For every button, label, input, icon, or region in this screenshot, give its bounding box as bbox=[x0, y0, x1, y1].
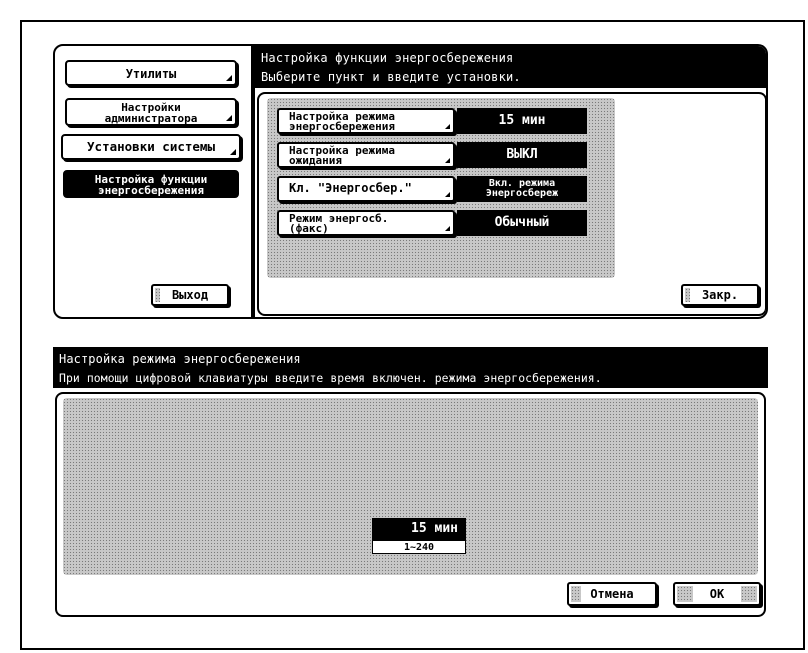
energy-save-key-value: Вкл. режима Энергосбереж bbox=[457, 176, 587, 202]
corner-arrow-icon bbox=[445, 124, 450, 129]
settings-content: Настройка режима энергосбережения 15 мин… bbox=[257, 92, 766, 316]
top-header-subtitle: Выберите пункт и введите установки. bbox=[261, 70, 521, 84]
close-button[interactable]: Закр. bbox=[681, 284, 759, 306]
nav-admin-label-line2: администратора bbox=[104, 112, 198, 125]
energy-save-time-panel: Настройка режима энергосбережения При по… bbox=[53, 347, 768, 619]
ok-label: OK bbox=[709, 587, 725, 601]
setting-label: Режим энергосб. (факс) bbox=[289, 212, 389, 236]
button-edge bbox=[741, 586, 757, 602]
exit-button[interactable]: Выход bbox=[151, 284, 229, 306]
time-value-display: 15 мин bbox=[372, 518, 466, 540]
left-navigation: Утилиты Настройки администратора Установ… bbox=[55, 46, 251, 317]
close-label: Закр. bbox=[701, 288, 739, 302]
exit-label: Выход bbox=[171, 288, 209, 302]
corner-arrow-icon bbox=[445, 192, 450, 197]
fax-energy-save-mode-button[interactable]: Режим энергосб. (факс) bbox=[277, 210, 455, 236]
fax-energy-save-mode-value: Обычный bbox=[457, 210, 587, 236]
nav-system-label: Установки системы bbox=[87, 139, 215, 154]
top-header: Настройка функции энергосбережения Выбер… bbox=[255, 46, 766, 88]
nav-energy-save-button[interactable]: Настройка функции энергосбережения bbox=[63, 170, 239, 198]
standby-mode-button[interactable]: Настройка режима ожидания bbox=[277, 142, 455, 168]
setting-label: Настройка режима энергосбережения bbox=[289, 110, 395, 134]
top-header-title: Настройка функции энергосбережения bbox=[261, 51, 514, 65]
setting-label: Кл. "Энергосбер." bbox=[289, 181, 412, 195]
corner-arrow-icon bbox=[445, 226, 450, 231]
bottom-header-subtitle: При помощи цифровой клавиатуры введите в… bbox=[59, 371, 602, 385]
cancel-label: Отмена bbox=[590, 587, 634, 601]
button-edge bbox=[155, 288, 160, 302]
nav-utilities-label: Утилиты bbox=[125, 67, 177, 81]
ok-button[interactable]: OK bbox=[673, 582, 761, 606]
energy-save-key-button[interactable]: Кл. "Энергосбер." bbox=[277, 176, 455, 202]
corner-arrow-icon bbox=[445, 158, 450, 163]
corner-arrow-icon bbox=[226, 115, 232, 121]
button-edge bbox=[685, 288, 690, 302]
settings-list-area: Настройка режима энергосбережения 15 мин… bbox=[267, 98, 615, 278]
energy-save-settings-panel: Утилиты Настройки администратора Установ… bbox=[53, 44, 768, 319]
cancel-button[interactable]: Отмена bbox=[567, 582, 657, 606]
energy-save-mode-button[interactable]: Настройка режима энергосбережения bbox=[277, 108, 455, 134]
setting-label: Настройка режима ожидания bbox=[289, 144, 395, 168]
nav-energy-label-line2: энергосбережения bbox=[98, 184, 204, 197]
standby-mode-value: ВЫКЛ bbox=[457, 142, 587, 168]
corner-arrow-icon bbox=[230, 149, 236, 155]
nav-system-settings-button[interactable]: Установки системы bbox=[61, 134, 241, 160]
bottom-header: Настройка режима энергосбережения При по… bbox=[53, 347, 768, 388]
nav-utilities-button[interactable]: Утилиты bbox=[65, 60, 237, 86]
bottom-header-title: Настройка режима энергосбережения bbox=[59, 352, 301, 366]
time-range-label: 1~240 bbox=[372, 540, 466, 554]
energy-save-mode-value: 15 мин bbox=[457, 108, 587, 134]
time-entry-content: 15 мин 1~240 Отмена OK bbox=[55, 392, 766, 617]
button-edge bbox=[571, 586, 581, 602]
nav-admin-settings-button[interactable]: Настройки администратора bbox=[65, 98, 237, 126]
button-edge bbox=[677, 586, 693, 602]
corner-arrow-icon bbox=[226, 75, 232, 81]
